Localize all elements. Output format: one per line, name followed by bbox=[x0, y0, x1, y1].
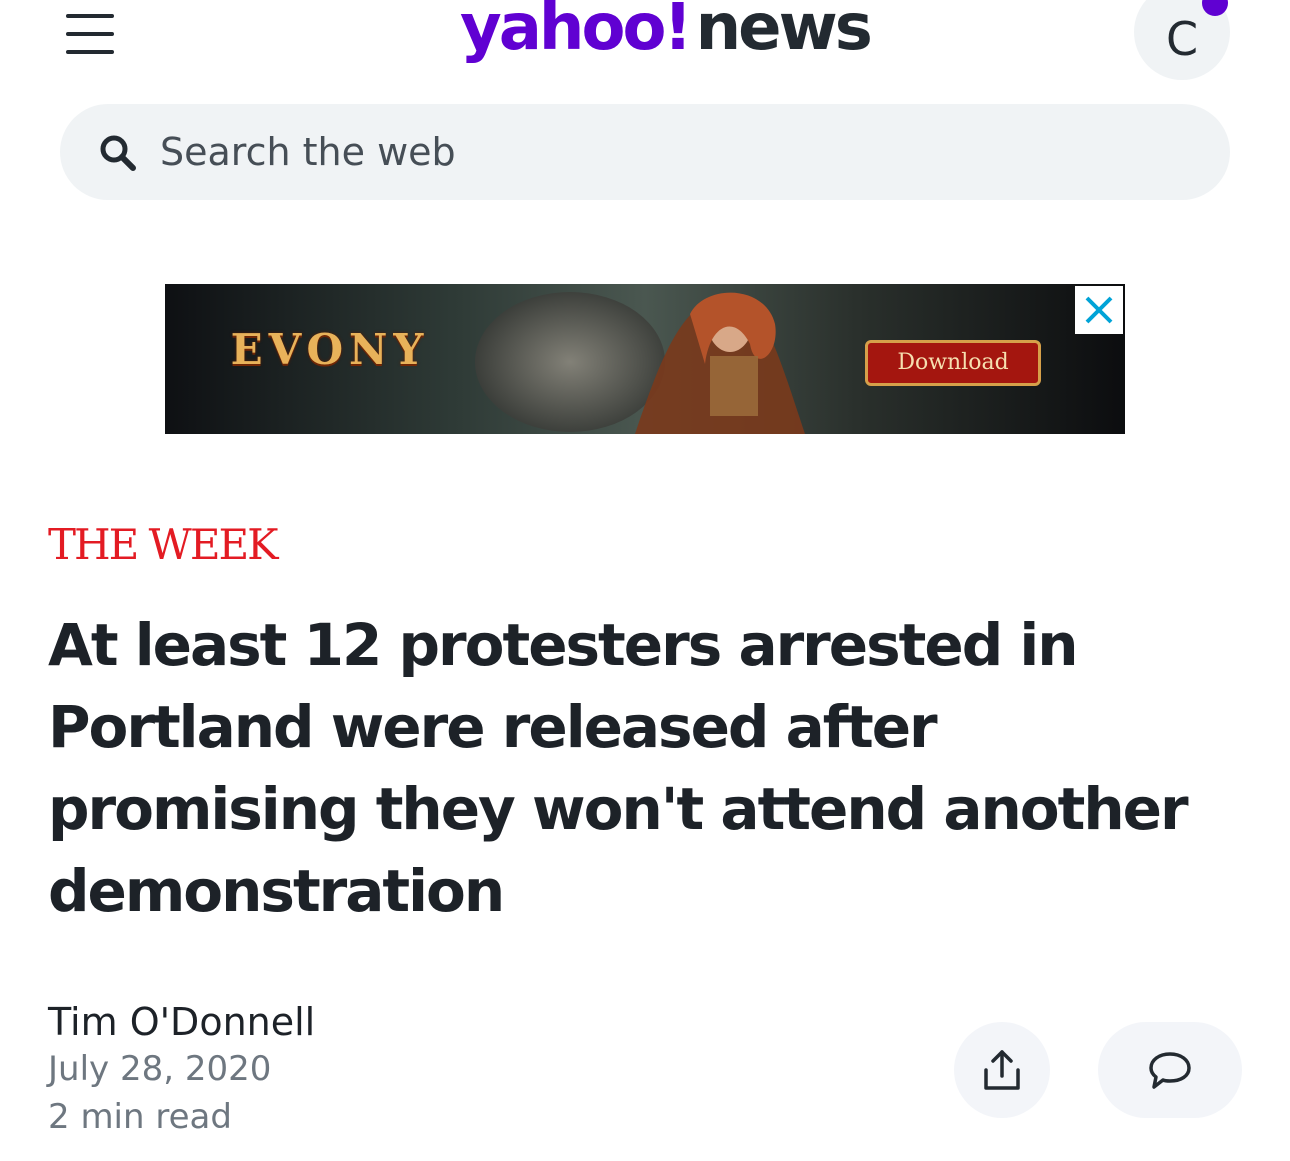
search-input[interactable] bbox=[160, 124, 1180, 180]
menu-icon[interactable] bbox=[62, 14, 118, 54]
ad-brand-logo: EVONY bbox=[230, 325, 430, 374]
comments-button[interactable] bbox=[1098, 1022, 1242, 1118]
article-headline: At least 12 protesters arrested in Portl… bbox=[48, 611, 1189, 925]
logo-news-text: news bbox=[695, 0, 873, 65]
comment-icon bbox=[1149, 1052, 1191, 1089]
yahoo-news-logo[interactable]: yahoo!news bbox=[460, 0, 873, 68]
logo-yahoo-text: yahoo! bbox=[460, 0, 693, 65]
author-name[interactable]: Tim O'Donnell bbox=[48, 998, 315, 1046]
ad-download-button[interactable]: Download bbox=[865, 340, 1041, 386]
avatar-initial: C bbox=[1165, 12, 1199, 66]
share-button[interactable] bbox=[954, 1022, 1050, 1118]
share-icon bbox=[984, 1050, 1020, 1090]
search-bar[interactable] bbox=[60, 104, 1230, 200]
ad-banner[interactable]: EVONY Download bbox=[165, 284, 1125, 434]
search-icon bbox=[100, 135, 136, 171]
publish-date: July 28, 2020 bbox=[48, 1049, 272, 1089]
close-icon[interactable] bbox=[1075, 286, 1123, 334]
publisher-logo[interactable]: THE WEEK bbox=[48, 520, 279, 570]
read-time: 2 min read bbox=[48, 1097, 232, 1137]
